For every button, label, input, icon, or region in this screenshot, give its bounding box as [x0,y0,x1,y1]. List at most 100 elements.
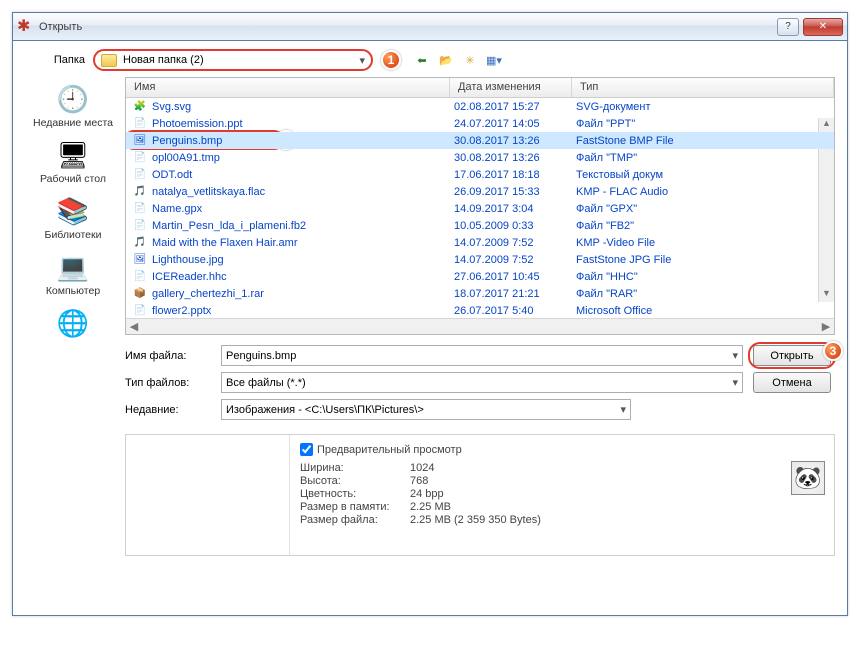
place-recent[interactable]: 🕘Недавние места [29,79,117,133]
column-date[interactable]: Дата изменения [450,78,572,97]
up-folder-icon[interactable]: 📂 [437,51,455,69]
file-icon: 📄 [132,117,148,131]
file-type: Файл "GPX" [576,203,834,215]
app-icon: ✱ [17,19,33,35]
file-icon: 🧩 [132,100,148,114]
folder-row: Папка Новая папка (2) ▾ 1 ⬅ 📂 ✳ ▦▾ [25,49,835,71]
file-name: opl00A91.tmp [152,152,454,164]
file-row[interactable]: 🎵 Maid with the Flaxen Hair.amr14.07.2009… [126,234,834,251]
files-area: Имя Дата изменения Тип ▲▼ 🧩Svg.svg02.08.… [125,77,835,556]
folder-dropdown[interactable]: Новая папка (2) ▾ [93,49,373,71]
filename-label: Имя файла: [125,350,211,362]
preview-thumbnail [126,435,290,555]
horizontal-scrollbar[interactable]: ◀▶ [126,318,834,334]
file-icon: 📄 [132,168,148,182]
file-icon: 🎵 [132,236,148,250]
dialog-body: Папка Новая папка (2) ▾ 1 ⬅ 📂 ✳ ▦▾ 🕘Неда… [13,41,847,568]
file-type: FastStone BMP File [576,135,834,147]
file-row[interactable]: 📄Photoemission.ppt24.07.2017 14:05Файл "… [126,115,834,132]
computer-icon: 💻 [57,251,89,283]
desktop-icon: 🖥 [57,139,89,171]
file-type: KMP -Video File [576,237,834,249]
filetype-dropdown[interactable]: Все файлы (*.*)▾ [221,372,743,393]
chevron-down-icon: ▾ [359,54,365,67]
file-name: Penguins.bmp [152,135,454,147]
open-button[interactable]: Открыть [753,345,831,366]
folder-name: Новая папка (2) [123,54,204,66]
user-avatar: 🐼 [791,461,825,495]
preview-info: Предварительный просмотр Ширина:1024 Выс… [290,435,834,555]
file-row[interactable]: 📄flower2.pptx26.07.2017 5:40Microsoft Of… [126,302,834,318]
file-row[interactable]: 🖼Penguins.bmp30.08.2017 13:26FastStone B… [126,132,834,149]
chevron-down-icon[interactable]: ▾ [732,376,738,389]
file-name: Name.gpx [152,203,454,215]
folder-icon [101,54,117,67]
file-row[interactable]: 📄ICEReader.hhc27.06.2017 10:45Файл "HHC" [126,268,834,285]
close-button[interactable]: ✕ [803,18,843,36]
preview-checkbox[interactable]: Предварительный просмотр [300,443,462,456]
file-row[interactable]: 📄opl00A91.tmp30.08.2017 13:26Файл "TMP" [126,149,834,166]
file-name: Maid with the Flaxen Hair.amr [152,237,454,249]
file-row[interactable]: 🧩Svg.svg02.08.2017 15:27SVG-документ [126,98,834,115]
file-type: FastStone JPG File [576,254,834,266]
preview-panel: Предварительный просмотр Ширина:1024 Выс… [125,434,835,556]
file-row[interactable]: 🖼Lighthouse.jpg14.07.2009 7:52FastStone … [126,251,834,268]
file-type: Файл "FB2" [576,220,834,232]
file-icon: 📄 [132,304,148,318]
file-type: Microsoft Office [576,305,834,317]
file-row[interactable]: 📄 Martin_Pesn_lda_i_plameni.fb210.05.2009… [126,217,834,234]
chevron-down-icon[interactable]: ▾ [620,403,626,416]
file-name: natalya_vetlitskaya.flac [152,186,454,198]
recent-dropdown[interactable]: Изображения - <C:\Users\ПК\Pictures\>▾ [221,399,631,420]
preview-table: Ширина:1024 Высота:768 Цветность:24 bpp … [300,462,824,526]
view-menu-icon[interactable]: ▦▾ [485,51,503,69]
places-bar: 🕘Недавние места 🖥Рабочий стол 📚Библиотек… [25,77,121,556]
recent-label: Недавние: [125,404,211,416]
file-icon: 🖼 [132,134,148,148]
place-computer[interactable]: 💻Компьютер [29,247,117,301]
file-name: ICEReader.hhc [152,271,454,283]
file-icon: 📄 [132,202,148,216]
list-rows[interactable]: ▲▼ 🧩Svg.svg02.08.2017 15:27SVG-документ📄… [126,98,834,318]
file-row[interactable]: 📄ODT.odt17.06.2017 18:18Текстовый докум [126,166,834,183]
file-date: 10.05.2009 0:33 [454,220,576,232]
toolbar-icons: ⬅ 📂 ✳ ▦▾ [413,51,503,69]
file-name: Martin_Pesn_lda_i_plameni.fb2 [152,220,454,232]
list-header[interactable]: Имя Дата изменения Тип [126,78,834,98]
file-icon: 📦 [132,287,148,301]
file-icon: 🖼 [132,253,148,267]
file-date: 14.07.2009 7:52 [454,237,576,249]
place-network[interactable]: 🌐 [29,303,117,345]
annotation-badge-3: 3 [823,341,843,361]
network-icon: 🌐 [57,307,89,339]
new-folder-icon[interactable]: ✳ [461,51,479,69]
file-date: 14.07.2009 7:52 [454,254,576,266]
titlebar[interactable]: ✱ Открыть ? ✕ [13,13,847,41]
column-name[interactable]: Имя [126,78,450,97]
cancel-button[interactable]: Отмена [753,372,831,393]
back-icon[interactable]: ⬅ [413,51,431,69]
chevron-down-icon[interactable]: ▾ [732,349,738,362]
help-button[interactable]: ? [777,18,799,36]
file-icon: 🎵 [132,185,148,199]
open-dialog: ✱ Открыть ? ✕ Папка Новая папка (2) ▾ 1 … [12,12,848,616]
file-row[interactable]: 📄 Name.gpx14.09.2017 3:04Файл "GPX" [126,200,834,217]
file-list[interactable]: Имя Дата изменения Тип ▲▼ 🧩Svg.svg02.08.… [125,77,835,335]
file-type: Файл "HHC" [576,271,834,283]
file-type: KMP - FLAC Audio [576,186,834,198]
file-row[interactable]: 📦gallery_chertezhi_1.rar18.07.2017 21:21… [126,285,834,302]
file-row[interactable]: 🎵natalya_vetlitskaya.flac26.09.2017 15:3… [126,183,834,200]
annotation-badge-1: 1 [381,50,401,70]
file-icon: 📄 [132,219,148,233]
file-name: gallery_chertezhi_1.rar [152,288,454,300]
window-title: Открыть [39,21,777,33]
file-name: ODT.odt [152,169,454,181]
place-desktop[interactable]: 🖥Рабочий стол [29,135,117,189]
place-libraries[interactable]: 📚Библиотеки [29,191,117,245]
file-name: flower2.pptx [152,305,454,317]
column-type[interactable]: Тип [572,78,834,97]
filename-input[interactable]: Penguins.bmp▾ [221,345,743,366]
file-date: 24.07.2017 14:05 [454,118,576,130]
libraries-icon: 📚 [57,195,89,227]
file-date: 14.09.2017 3:04 [454,203,576,215]
